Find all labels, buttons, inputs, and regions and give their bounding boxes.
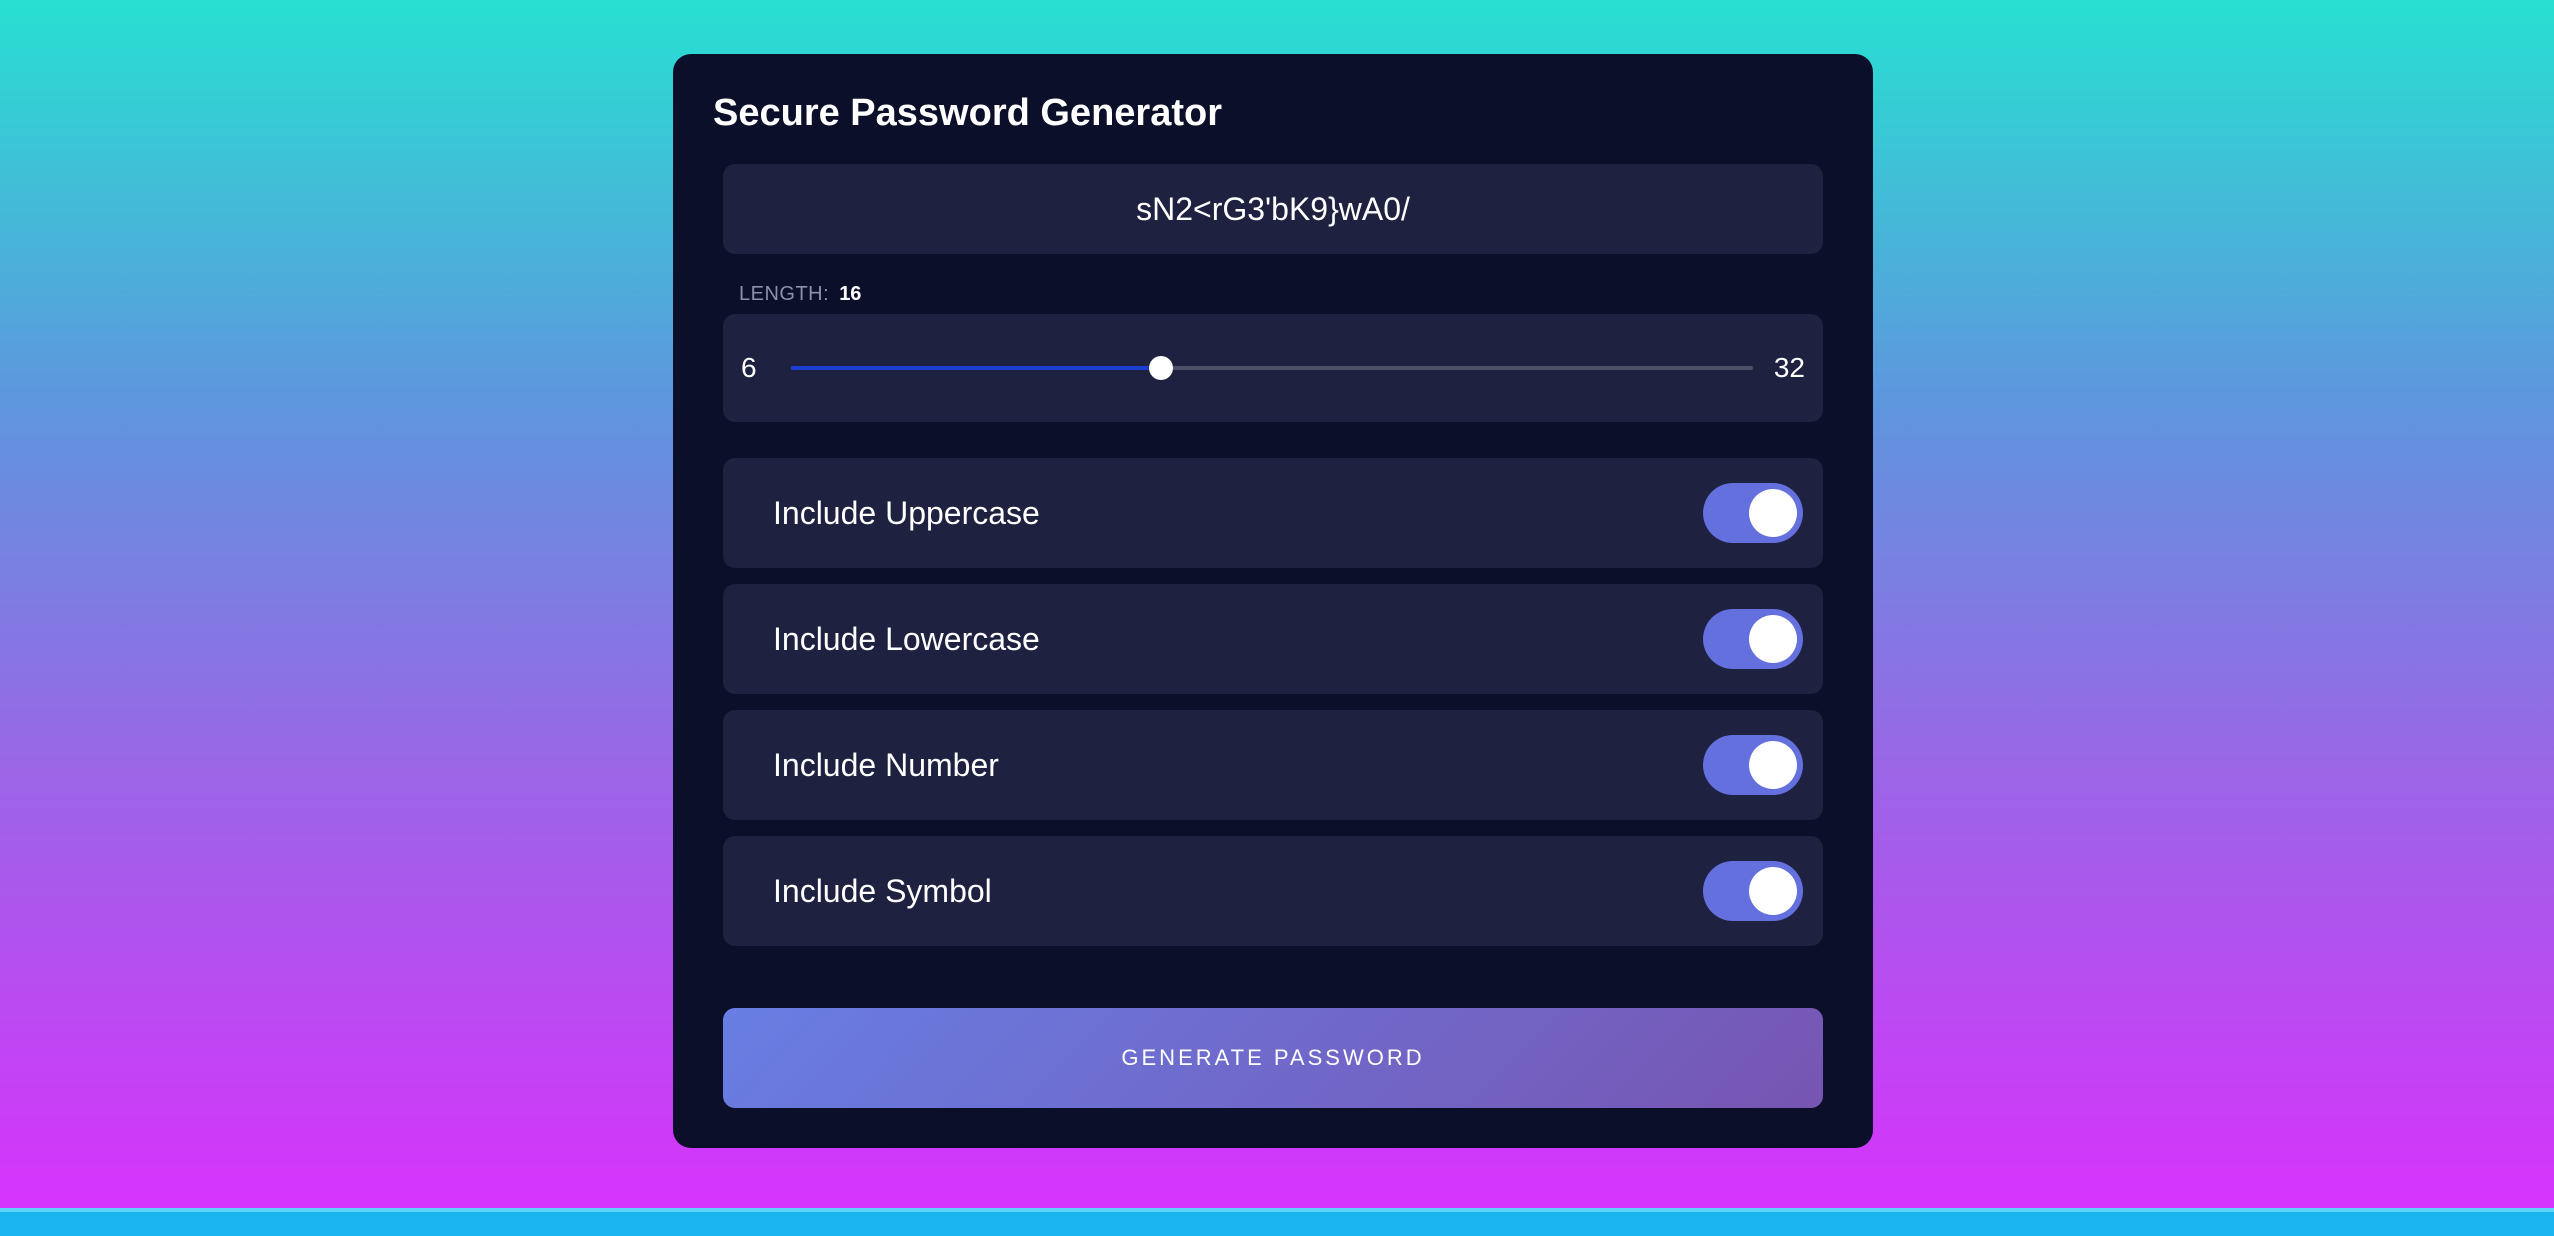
slider-fill (791, 366, 1161, 370)
toggle-symbol[interactable] (1703, 861, 1803, 921)
toggle-lowercase[interactable] (1703, 609, 1803, 669)
password-generator-card: Secure Password Generator sN2<rG3'bK9}wA… (673, 54, 1873, 1148)
option-label-uppercase: Include Uppercase (773, 494, 1040, 531)
toggle-knob (1749, 489, 1797, 537)
length-slider[interactable] (791, 356, 1753, 380)
option-uppercase[interactable]: Include Uppercase (723, 458, 1823, 568)
option-label-symbol: Include Symbol (773, 872, 992, 909)
length-indicator: LENGTH: 16 (739, 283, 861, 306)
length-label: LENGTH: (739, 283, 830, 305)
password-display[interactable]: sN2<rG3'bK9}wA0/ (723, 164, 1823, 254)
slider-thumb[interactable] (1148, 356, 1173, 380)
bottom-bar (0, 1208, 2554, 1236)
option-label-lowercase: Include Lowercase (773, 620, 1040, 657)
length-value: 16 (839, 283, 862, 305)
page-title: Secure Password Generator (713, 92, 1222, 134)
slider-min-label: 6 (741, 352, 757, 383)
option-label-number: Include Number (773, 746, 999, 783)
toggle-number[interactable] (1703, 735, 1803, 795)
toggle-knob (1749, 867, 1797, 915)
option-number[interactable]: Include Number (723, 710, 1823, 820)
slider-max-label: 32 (1773, 352, 1805, 383)
toggle-uppercase[interactable] (1703, 483, 1803, 543)
generate-password-button[interactable]: Generate Password (723, 1008, 1823, 1108)
length-slider-panel: 6 32 (723, 314, 1823, 422)
option-lowercase[interactable]: Include Lowercase (723, 584, 1823, 694)
toggle-knob (1749, 741, 1797, 789)
option-symbol[interactable]: Include Symbol (723, 836, 1823, 946)
toggle-knob (1749, 615, 1797, 663)
